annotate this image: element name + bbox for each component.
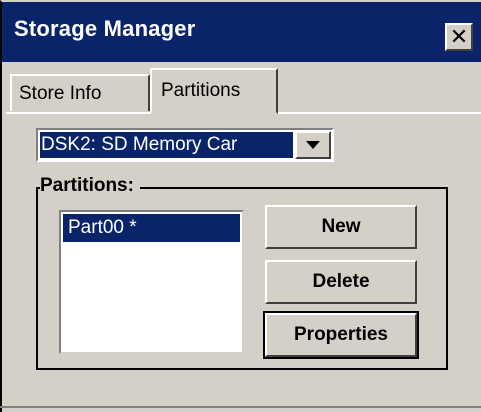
close-button[interactable]: ✕ [445, 23, 473, 51]
tab-partitions[interactable]: Partitions [150, 68, 278, 114]
bottom-divider [0, 406, 481, 408]
window-title: Storage Manager [14, 16, 196, 41]
partitions-group-label: Partitions: [40, 175, 140, 197]
chevron-down-icon [306, 141, 320, 149]
dropdown-arrow-button[interactable] [295, 131, 331, 159]
new-button-label: New [321, 216, 361, 237]
partitions-listbox[interactable]: Part00 * [59, 210, 244, 354]
new-button[interactable]: New [265, 205, 417, 249]
delete-button-label: Delete [312, 271, 370, 292]
close-icon: ✕ [449, 24, 469, 49]
tab-store-info[interactable]: Store Info [10, 74, 150, 111]
list-item[interactable]: Part00 * [63, 214, 240, 242]
tab-store-info-label: Store Info [19, 82, 102, 104]
properties-button[interactable]: Properties [263, 311, 419, 359]
store-select-dropdown[interactable]: DSK2: SD Memory Car [36, 128, 334, 162]
store-select-value: DSK2: SD Memory Car [40, 132, 293, 158]
properties-button-label: Properties [294, 324, 388, 345]
title-bar: Storage Manager ✕ [2, 2, 481, 62]
delete-button[interactable]: Delete [265, 260, 417, 304]
tab-partitions-label: Partitions [161, 80, 241, 101]
